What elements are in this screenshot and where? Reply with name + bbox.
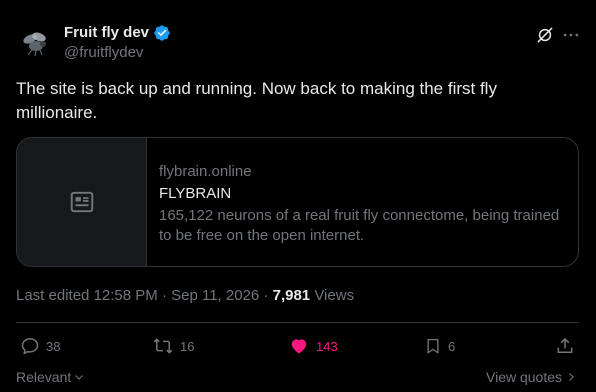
share-button[interactable] [555, 334, 575, 358]
author-handle[interactable]: @fruitflydev [64, 44, 143, 62]
reply-button[interactable]: 38 [20, 334, 60, 358]
card-description: 165,122 neurons of a real fruit fly conn… [159, 207, 560, 244]
card-thumbnail[interactable] [17, 138, 147, 266]
avatar[interactable] [16, 24, 56, 64]
grok-icon [537, 27, 553, 43]
edited-label[interactable]: Last edited [16, 287, 89, 304]
link-card[interactable]: flybrain.online FLYBRAIN 165,122 neurons… [16, 137, 579, 267]
like-button[interactable]: 143 [288, 334, 338, 358]
like-count: 143 [316, 338, 338, 354]
more-dots-icon [563, 33, 579, 37]
share-icon [557, 337, 573, 353]
tweet-meta: Last edited 12:58 PM · Sep 11, 2026 · 7,… [16, 286, 354, 306]
relevant-sort-toggle[interactable]: Relevant [16, 368, 85, 386]
reply-icon [21, 338, 39, 355]
chevron-right-icon [569, 373, 574, 381]
view-quotes-label: View quotes [486, 369, 563, 385]
more-options-button[interactable] [560, 24, 582, 46]
card-domain: flybrain.online [159, 163, 252, 180]
retweet-count: 16 [180, 338, 195, 354]
fly-icon [23, 32, 46, 57]
author-name-row[interactable]: Fruit fly dev [64, 24, 171, 42]
chevron-down-icon [75, 375, 84, 380]
card-title: FLYBRAIN [159, 185, 232, 202]
verified-badge-icon[interactable] [153, 24, 171, 42]
bookmark-count: 6 [448, 338, 456, 354]
views-count: 7,981 [272, 287, 311, 304]
card-body[interactable]: flybrain.online FLYBRAIN 165,122 neurons… [159, 162, 569, 246]
author-display-name[interactable]: Fruit fly dev [64, 24, 149, 42]
grok-button[interactable] [534, 24, 556, 46]
relevant-label: Relevant [16, 369, 72, 385]
reply-count: 38 [46, 338, 61, 354]
retweet-button[interactable]: 16 [152, 334, 194, 358]
divider [16, 322, 579, 323]
tweet-text: The site is back up and running. Now bac… [16, 79, 497, 122]
view-quotes-link[interactable]: View quotes [486, 368, 577, 386]
bookmark-icon [427, 338, 439, 354]
tweet-date[interactable]: Sep 11, 2026 [171, 287, 259, 304]
heart-icon [291, 339, 307, 354]
views-label: Views [314, 287, 355, 304]
tweet-time[interactable]: 12:58 PM [94, 287, 158, 304]
meta-separator: · [161, 287, 167, 304]
bookmark-button[interactable]: 6 [424, 334, 455, 358]
meta-separator: · [263, 287, 269, 304]
retweet-icon [153, 338, 173, 354]
article-icon [70, 191, 93, 213]
